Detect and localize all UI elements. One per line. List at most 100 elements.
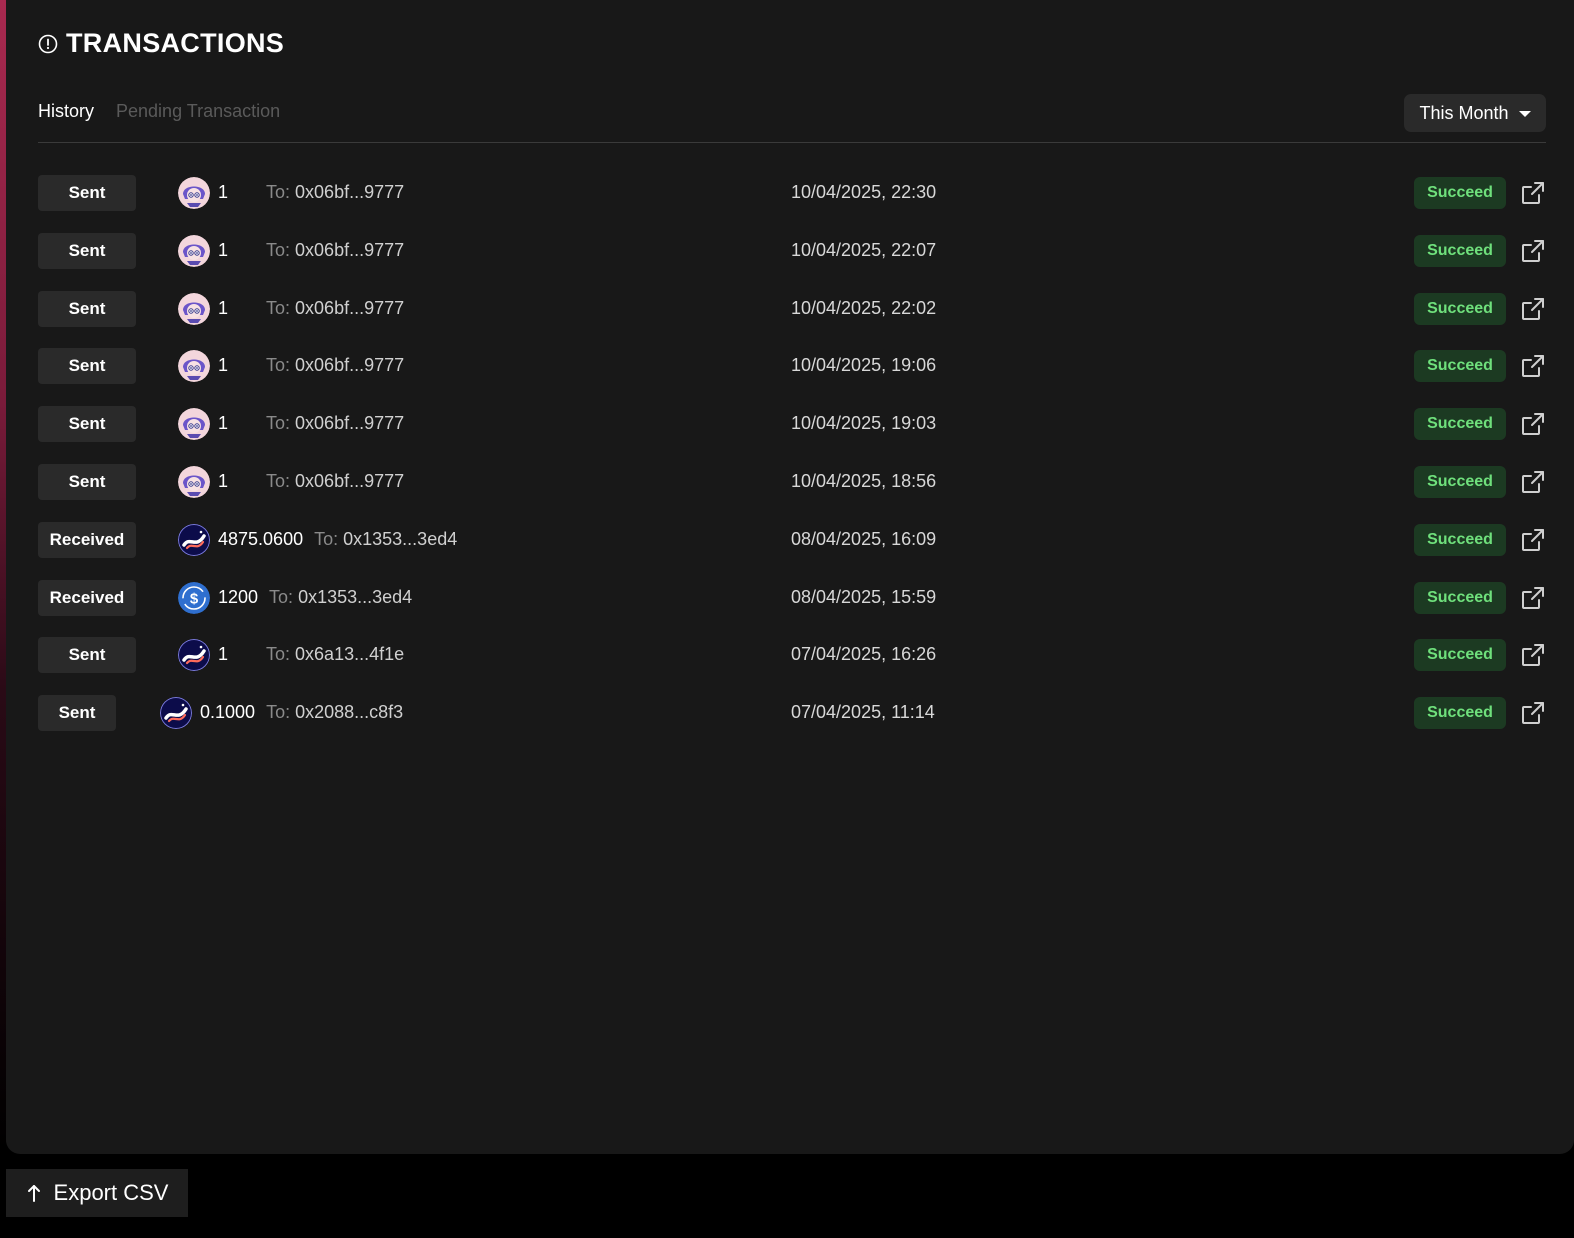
avatar-token-icon xyxy=(178,350,210,383)
external-link-icon[interactable] xyxy=(1520,585,1546,611)
transaction-type-badge: Sent xyxy=(38,406,136,443)
divider xyxy=(38,142,1546,143)
external-link-icon[interactable] xyxy=(1520,296,1546,322)
alert-circle-icon xyxy=(38,34,58,54)
period-select-value: This Month xyxy=(1419,102,1509,123)
transaction-amount: 1 xyxy=(218,239,229,260)
status-badge: Succeed xyxy=(1414,697,1506,730)
transaction-recipient: To: 0x06bf...9777 xyxy=(266,298,404,319)
transaction-row: Sent 1 To: 0x06bf...9777 10/04/2025, 18:56 S… xyxy=(38,463,1546,521)
external-link-icon[interactable] xyxy=(1520,411,1546,437)
transaction-recipient: To: 0x06bf...9777 xyxy=(266,471,404,492)
panel-header: TRANSACTIONS xyxy=(38,28,284,59)
recipient-label: To: xyxy=(266,355,291,376)
transaction-row: Received 4875.0600 To: 0x1353...3ed4 08/04/… xyxy=(38,521,1546,579)
status-badge: Succeed xyxy=(1414,177,1506,209)
svg-text:$: $ xyxy=(190,590,199,607)
transaction-recipient: To: 0x06bf...9777 xyxy=(266,240,404,261)
transaction-recipient: To: 0x06bf...9777 xyxy=(266,182,404,203)
transaction-type-badge: Sent xyxy=(38,637,136,674)
transaction-date: 10/04/2025, 22:02 xyxy=(791,297,937,318)
transaction-amount: 4875.0600 xyxy=(218,528,304,549)
transaction-amount: 1 xyxy=(218,470,229,491)
transaction-type-badge: Sent xyxy=(38,463,136,500)
recipient-address: 0x06bf...9777 xyxy=(295,182,405,202)
tab-history[interactable]: History xyxy=(38,101,94,122)
recipient-address: 0x1353...3ed4 xyxy=(343,528,458,549)
status-badge: Succeed xyxy=(1414,292,1506,325)
transaction-list: Sent 1 To: 0x06bf...9777 10/04/2025, 22:30 S… xyxy=(38,174,1546,752)
external-link-icon[interactable] xyxy=(1520,700,1546,726)
recipient-label: To: xyxy=(266,413,291,434)
transaction-amount: 1 xyxy=(218,413,229,434)
status-badge: Succeed xyxy=(1414,523,1506,556)
transaction-recipient: To: 0x2088...c8f3 xyxy=(266,702,403,723)
dollar-coin-icon: $ xyxy=(178,581,210,614)
transaction-date: 08/04/2025, 16:09 xyxy=(791,528,937,549)
recipient-label: To: xyxy=(266,182,291,202)
external-link-icon[interactable] xyxy=(1520,469,1546,495)
transaction-recipient: To: 0x06bf...9777 xyxy=(266,355,404,376)
recipient-label: To: xyxy=(266,239,291,260)
recipient-address: 0x06bf...9777 xyxy=(295,297,405,318)
status-badge: Succeed xyxy=(1414,581,1506,614)
external-link-icon[interactable] xyxy=(1520,527,1546,553)
transaction-date: 10/04/2025, 19:06 xyxy=(791,355,937,376)
export-csv-button[interactable]: Export CSV xyxy=(6,1169,188,1217)
recipient-address: 0x06bf...9777 xyxy=(295,355,405,376)
transaction-date: 07/04/2025, 16:26 xyxy=(791,644,937,665)
period-select[interactable]: This Month xyxy=(1404,94,1546,132)
chevron-down-icon xyxy=(1518,111,1531,117)
wave-token-icon xyxy=(160,697,192,730)
recipient-label: To: xyxy=(266,470,291,491)
tab-pending-transaction[interactable]: Pending Transaction xyxy=(116,101,280,122)
transaction-date: 10/04/2025, 18:56 xyxy=(791,470,937,491)
transaction-type-badge: Sent xyxy=(38,290,136,327)
recipient-label: To: xyxy=(314,528,339,549)
transaction-row: Sent 1 To: 0x06bf...9777 10/04/2025, 22:30 S… xyxy=(38,174,1546,232)
recipient-address: 0x06bf...9777 xyxy=(295,470,405,491)
recipient-label: To: xyxy=(269,586,294,607)
transaction-row: Sent 1 To: 0x06bf...9777 10/04/2025, 22:02 S… xyxy=(38,290,1546,348)
transaction-recipient: To: 0x6a13...4f1e xyxy=(266,644,404,665)
transaction-type-badge: Sent xyxy=(38,695,116,732)
transactions-panel: TRANSACTIONS History Pending Transaction… xyxy=(6,0,1574,1154)
transaction-amount: 1200 xyxy=(218,586,259,607)
transaction-recipient: To: 0x1353...3ed4 xyxy=(314,529,457,550)
tab-bar: History Pending Transaction xyxy=(38,101,280,122)
status-badge: Succeed xyxy=(1414,465,1506,498)
status-badge: Succeed xyxy=(1414,408,1506,441)
arrow-up-icon xyxy=(26,1183,42,1203)
recipient-address: 0x2088...c8f3 xyxy=(295,702,404,723)
status-badge: Succeed xyxy=(1414,639,1506,672)
page-title: TRANSACTIONS xyxy=(66,28,285,58)
transaction-date: 10/04/2025, 22:07 xyxy=(791,239,937,260)
transaction-row: Sent 1 To: 0x6a13...4f1e 07/04/2025, 16:26 S… xyxy=(38,636,1546,694)
transaction-date: 10/04/2025, 22:30 xyxy=(791,182,937,202)
status-badge: Succeed xyxy=(1414,234,1506,267)
transaction-recipient: To: 0x1353...3ed4 xyxy=(269,587,412,608)
transaction-row: Sent 0.1000 To: 0x2088...c8f3 07/04/2025, 1… xyxy=(38,694,1546,752)
transaction-row: Sent 1 To: 0x06bf...9777 10/04/2025, 19:06 S… xyxy=(38,347,1546,405)
recipient-label: To: xyxy=(266,297,291,318)
transaction-amount: 1 xyxy=(218,297,229,318)
external-link-icon[interactable] xyxy=(1520,180,1546,206)
status-badge: Succeed xyxy=(1414,350,1506,383)
recipient-address: 0x06bf...9777 xyxy=(295,413,405,434)
transaction-row: Sent 1 To: 0x06bf...9777 10/04/2025, 22:07 S… xyxy=(38,232,1546,290)
wave-token-icon xyxy=(178,523,210,556)
recipient-address: 0x6a13...4f1e xyxy=(295,644,405,665)
transaction-row: Sent 1 To: 0x06bf...9777 10/04/2025, 19:03 S… xyxy=(38,405,1546,463)
transaction-type-badge: Received xyxy=(38,579,136,616)
external-link-icon[interactable] xyxy=(1520,353,1546,379)
transaction-type-badge: Sent xyxy=(38,232,136,269)
transaction-date: 08/04/2025, 15:59 xyxy=(791,586,937,607)
avatar-token-icon xyxy=(178,292,210,325)
external-link-icon[interactable] xyxy=(1520,238,1546,264)
avatar-token-icon xyxy=(178,465,210,498)
recipient-label: To: xyxy=(266,644,291,665)
transaction-amount: 1 xyxy=(218,355,229,376)
transaction-type-badge: Sent xyxy=(38,175,136,211)
recipient-label: To: xyxy=(266,702,291,723)
external-link-icon[interactable] xyxy=(1520,642,1546,668)
